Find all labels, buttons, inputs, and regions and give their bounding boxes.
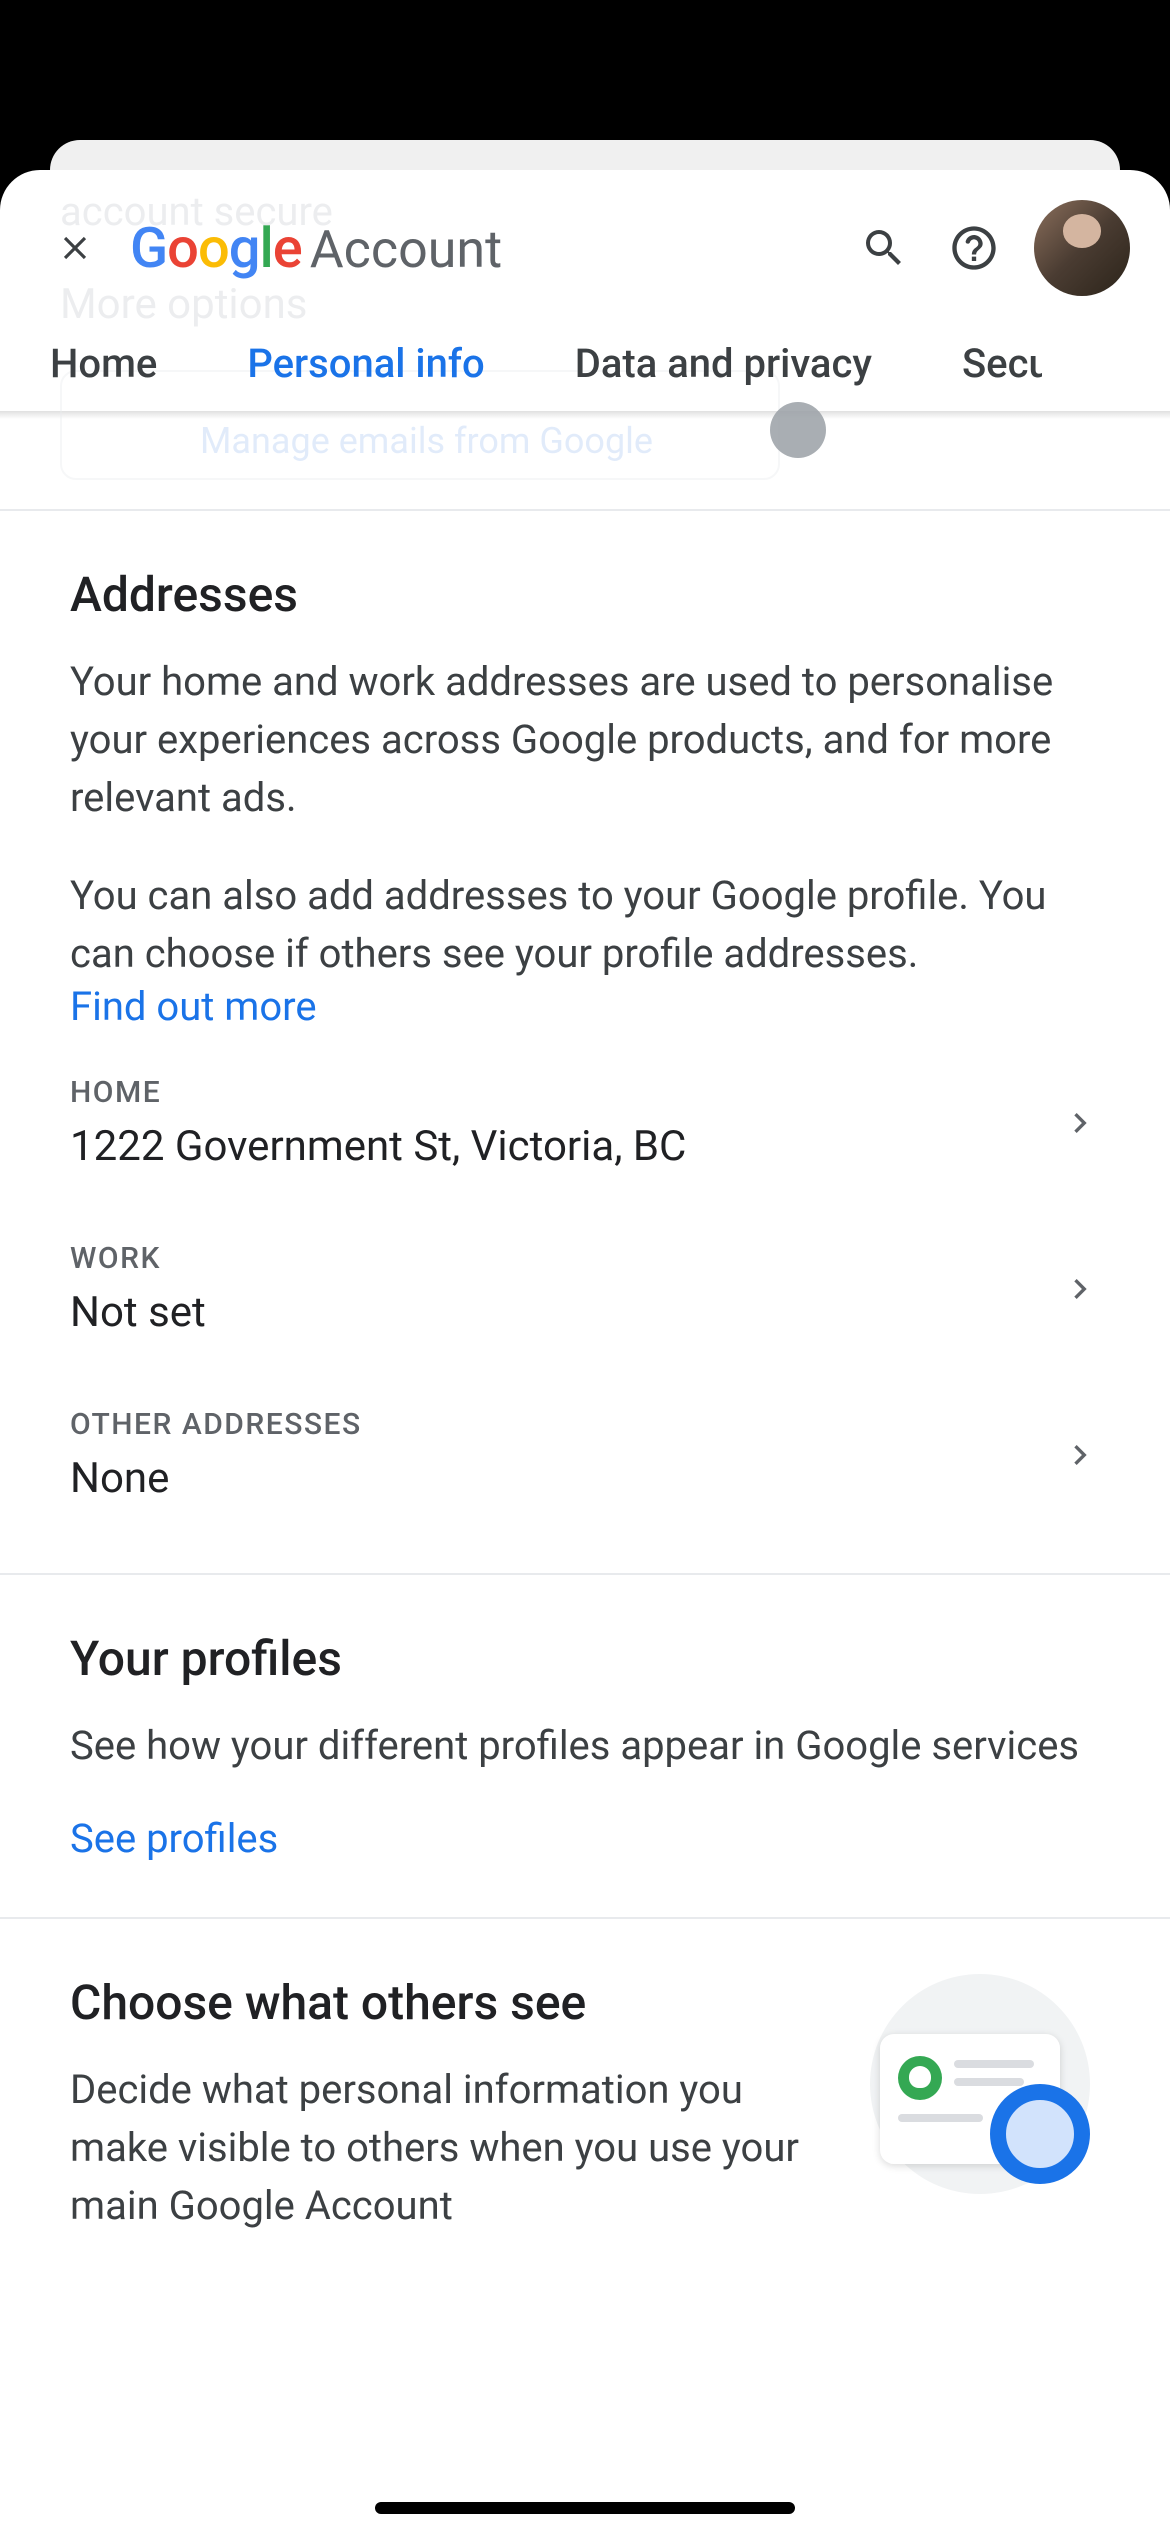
addresses-desc1: Your home and work addresses are used to… (70, 653, 1100, 827)
illustration (860, 1974, 1100, 2154)
tab-data-privacy[interactable]: Data and privacy (575, 320, 872, 407)
profiles-title: Your profiles (70, 1630, 1100, 1687)
others-desc: Decide what personal information you mak… (70, 2061, 820, 2235)
app-header: Google Account (0, 170, 1170, 316)
touch-indicator (770, 402, 826, 458)
main-sheet: account secure More options Manage email… (0, 170, 1170, 2532)
find-out-more-link[interactable]: Find out more (70, 983, 317, 1030)
chevron-right-icon (1060, 1435, 1100, 1475)
magnifier-icon (990, 2084, 1090, 2184)
close-icon (56, 229, 94, 267)
help-icon (948, 222, 1000, 274)
addresses-desc2: You can also add addresses to your Googl… (70, 867, 1100, 983)
account-label: Account (310, 219, 502, 280)
google-wordmark: Google (130, 215, 302, 281)
addresses-section: Addresses Your home and work addresses a… (0, 511, 1170, 1573)
tab-security[interactable]: Security (962, 320, 1042, 407)
home-value: 1222 Government St, Victoria, BC (70, 1122, 1060, 1171)
avatar[interactable] (1034, 200, 1130, 296)
profiles-desc: See how your different profiles appear i… (70, 1717, 1100, 1775)
home-label: HOME (70, 1075, 1060, 1110)
tab-bar: Home Personal info Data and privacy Secu… (0, 316, 1170, 411)
help-button[interactable] (944, 218, 1004, 278)
work-label: WORK (70, 1241, 1060, 1276)
home-address-row[interactable]: HOME 1222 Government St, Victoria, BC (70, 1040, 1100, 1206)
tab-home[interactable]: Home (50, 320, 157, 407)
tab-personal-info[interactable]: Personal info (247, 320, 484, 407)
others-title: Choose what others see (70, 1974, 820, 2031)
choose-others-section: Choose what others see Decide what perso… (0, 1919, 1170, 2235)
home-indicator[interactable] (375, 2502, 795, 2514)
search-icon (860, 224, 908, 272)
other-value: None (70, 1454, 1060, 1503)
close-button[interactable] (50, 223, 100, 273)
work-value: Not set (70, 1288, 1060, 1337)
search-button[interactable] (854, 218, 914, 278)
addresses-title: Addresses (70, 566, 1100, 623)
see-profiles-link[interactable]: See profiles (70, 1815, 278, 1862)
other-label: OTHER ADDRESSES (70, 1407, 1060, 1442)
content-area: Addresses Your home and work addresses a… (0, 419, 1170, 2235)
chevron-right-icon (1060, 1269, 1100, 1309)
google-account-logo: Google Account (130, 215, 824, 281)
profiles-section: Your profiles See how your different pro… (0, 1575, 1170, 1917)
work-address-row[interactable]: WORK Not set (70, 1206, 1100, 1372)
chevron-right-icon (1060, 1103, 1100, 1143)
other-addresses-row[interactable]: OTHER ADDRESSES None (70, 1372, 1100, 1513)
